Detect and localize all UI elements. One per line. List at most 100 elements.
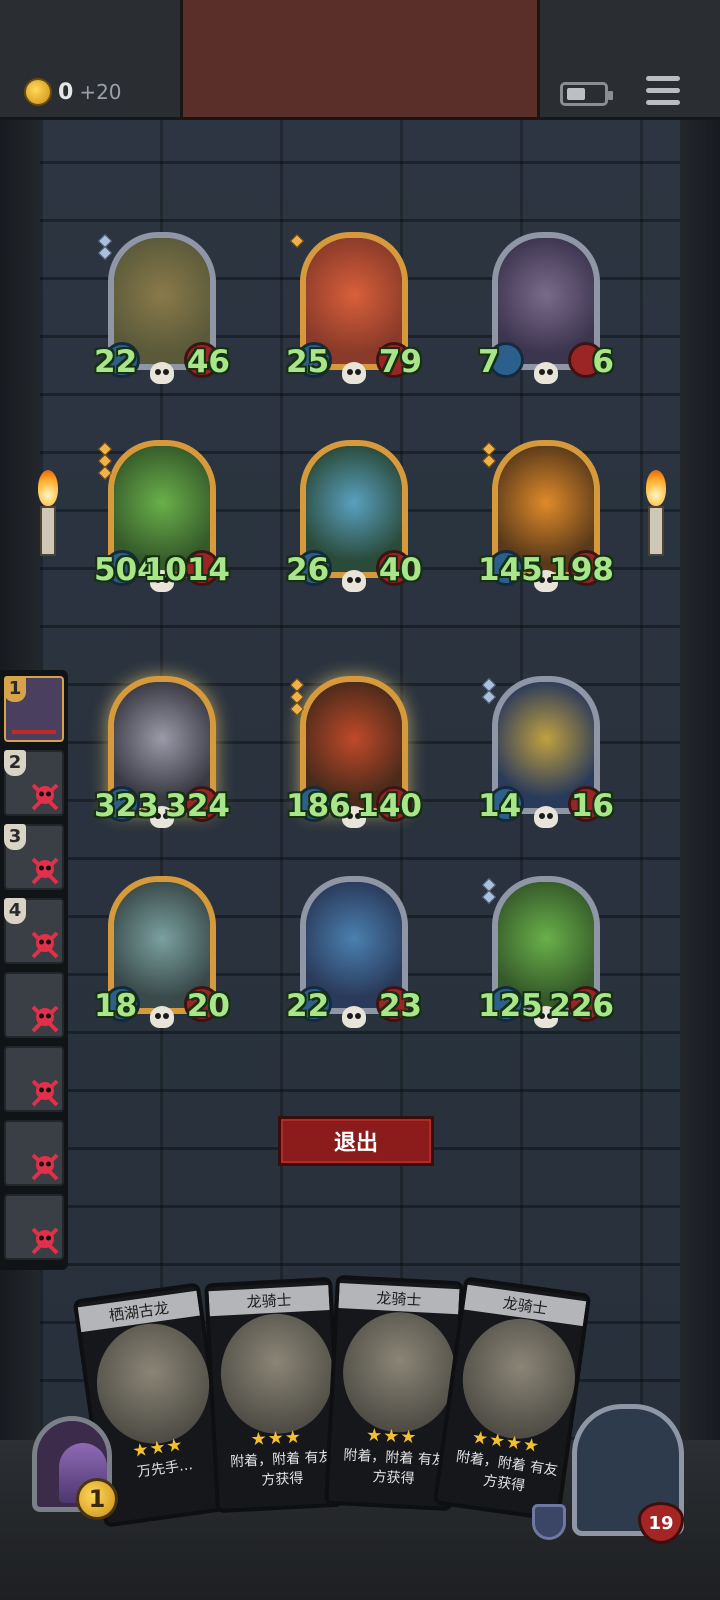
card-title: 龙骑士 (338, 1283, 460, 1315)
skull-crossbones-icon (31, 1005, 59, 1033)
queue-number: 3 (4, 824, 26, 850)
card-art (455, 1311, 583, 1446)
star-pip-icon (481, 689, 497, 705)
skull-icon (342, 1006, 366, 1028)
unit-health: 40 (378, 552, 422, 588)
queue-item[interactable] (4, 1120, 64, 1186)
menu-button[interactable] (646, 74, 680, 108)
card-text: 附着，附着 有友方获得 (229, 1449, 333, 1489)
unit-card[interactable]: 76 (478, 232, 614, 384)
star-pip-icon (289, 701, 305, 717)
unit-attack: 145 (478, 552, 543, 588)
star-pips (481, 877, 497, 905)
star-pips (97, 233, 113, 261)
star-pips (481, 677, 497, 705)
queue-item[interactable]: 1 (4, 676, 64, 742)
unit-attack: 125 (478, 988, 543, 1024)
hand-card[interactable]: 龙骑士 ★★★ 附着，附着 有友方获得 (204, 1276, 344, 1514)
unit-card[interactable]: 186 140 (286, 676, 422, 828)
unit-card[interactable]: 26 40 (286, 440, 422, 592)
unit-attack: 323 (94, 788, 159, 824)
star-pips (289, 233, 305, 249)
coin-count: 0 (58, 79, 74, 105)
torch-right-icon (636, 470, 676, 600)
menu-line-icon (646, 76, 680, 81)
coin-bonus: +20 (79, 80, 122, 104)
skull-crossbones-icon (31, 1153, 59, 1181)
queue-item[interactable] (4, 1194, 64, 1260)
queue-item[interactable]: 3 (4, 824, 64, 890)
unit-card[interactable]: 22 23 (286, 876, 422, 1028)
unit-health: 79 (378, 344, 422, 380)
unit-health: 140 (357, 788, 422, 824)
unit-health: 16 (570, 788, 614, 824)
unit-card[interactable]: 14 16 (478, 676, 614, 828)
unit-attack: 22 (94, 344, 138, 380)
shield-icon[interactable] (532, 1504, 566, 1540)
skull-crossbones-icon (31, 931, 59, 959)
unit-card[interactable]: 145 198 (478, 440, 614, 592)
star-pips (97, 441, 113, 481)
skull-icon (150, 1006, 174, 1028)
unit-attack: 25 (286, 344, 330, 380)
skull-icon (534, 362, 558, 384)
star-pip-icon (481, 453, 497, 469)
queue-item[interactable] (4, 972, 64, 1038)
card-art (217, 1310, 336, 1437)
unit-health: 198 (549, 552, 614, 588)
star-pips (481, 441, 497, 469)
skull-crossbones-icon (31, 783, 59, 811)
star-pip-icon (97, 245, 113, 261)
unit-attack: 7 (478, 344, 500, 380)
unit-card[interactable]: 323 324 (94, 676, 230, 828)
torch-left-icon (28, 470, 68, 600)
queue-number: 1 (4, 676, 26, 702)
unit-attack: 18 (94, 988, 138, 1024)
queue-item[interactable]: 2 (4, 750, 64, 816)
battery-icon (560, 82, 613, 106)
skull-icon (342, 362, 366, 384)
unit-health: 1014 (143, 552, 230, 588)
unit-card[interactable]: 22 46 (94, 232, 230, 384)
queue-number: 2 (4, 750, 26, 776)
card-art (340, 1309, 459, 1436)
unit-attack: 22 (286, 988, 330, 1024)
unit-health: 46 (186, 344, 230, 380)
unit-attack: 14 (478, 788, 522, 824)
skull-icon (150, 362, 174, 384)
unit-attack: 186 (286, 788, 351, 824)
unit-card[interactable]: 25 79 (286, 232, 422, 384)
card-title: 龙骑士 (208, 1285, 330, 1317)
queue-number: 4 (4, 898, 26, 924)
unit-card[interactable]: 125 226 (478, 876, 614, 1028)
unit-card[interactable]: 504 1014 (94, 440, 230, 592)
star-pip-icon (97, 465, 113, 481)
gold-coin-count: 1 (76, 1478, 118, 1520)
coin-icon (24, 78, 52, 106)
coin-counter: 0 +20 (24, 78, 122, 106)
skull-crossbones-icon (31, 857, 59, 885)
menu-line-icon (646, 100, 680, 105)
skull-icon (342, 570, 366, 592)
top-door (180, 0, 540, 120)
queue-item[interactable] (4, 1046, 64, 1112)
unit-health: 324 (165, 788, 230, 824)
star-pip-icon (481, 889, 497, 905)
right-wall (680, 0, 720, 1600)
exit-button[interactable]: 退出 (278, 1116, 434, 1166)
skull-crossbones-icon (31, 1227, 59, 1255)
hp-bar (12, 730, 56, 734)
turn-queue: 1 2 3 4 (0, 670, 68, 1270)
skull-crossbones-icon (31, 1079, 59, 1107)
star-pips (289, 677, 305, 717)
unit-card[interactable]: 18 20 (94, 876, 230, 1028)
queue-item[interactable]: 4 (4, 898, 64, 964)
unit-health: 6 (592, 344, 614, 380)
unit-attack: 26 (286, 552, 330, 588)
unit-health: 20 (186, 988, 230, 1024)
star-pip-icon (289, 233, 305, 249)
skull-icon (534, 806, 558, 828)
unit-health: 226 (549, 988, 614, 1024)
unit-health: 23 (378, 988, 422, 1024)
menu-line-icon (646, 88, 680, 93)
